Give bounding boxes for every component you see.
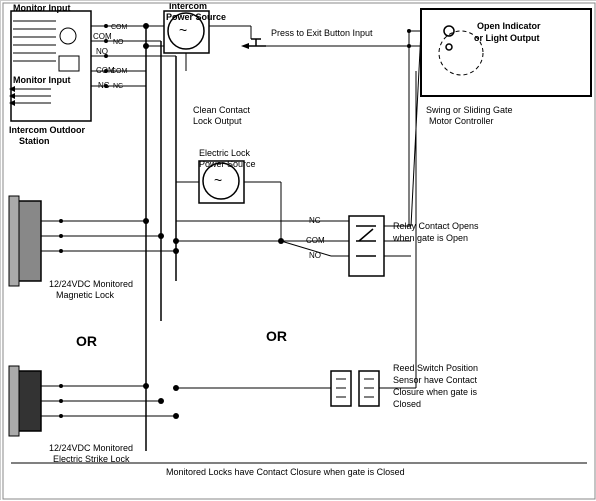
svg-text:Closed: Closed	[393, 399, 421, 409]
svg-text:NO: NO	[96, 47, 108, 56]
svg-text:Electric Lock: Electric Lock	[199, 148, 251, 158]
wiring-diagram: COM NO COM NC Monitor Input ~	[0, 0, 596, 500]
svg-text:12/24VDC Monitored: 12/24VDC Monitored	[49, 443, 133, 453]
svg-text:Intercom Outdoor: Intercom Outdoor	[9, 125, 85, 135]
svg-text:Electric Strike Lock: Electric Strike Lock	[53, 454, 130, 464]
svg-text:COM: COM	[93, 32, 112, 41]
svg-text:Power Source: Power Source	[199, 159, 256, 169]
svg-text:~: ~	[214, 172, 222, 188]
svg-text:12/24VDC Monitored: 12/24VDC Monitored	[49, 279, 133, 289]
svg-text:Clean Contact: Clean Contact	[193, 105, 251, 115]
svg-text:when gate is Open: when gate is Open	[392, 233, 468, 243]
svg-text:Sensor have Contact: Sensor have Contact	[393, 375, 478, 385]
svg-text:or Light Output: or Light Output	[474, 33, 539, 43]
svg-text:Monitor Input: Monitor Input	[13, 3, 70, 13]
svg-text:Power Source: Power Source	[166, 12, 226, 22]
svg-text:Motor Controller: Motor Controller	[429, 116, 494, 126]
svg-text:COM: COM	[111, 68, 128, 75]
svg-text:NO: NO	[113, 39, 124, 46]
svg-text:Monitor Input: Monitor Input	[13, 75, 70, 85]
svg-text:NC: NC	[113, 83, 123, 90]
svg-text:Lock Output: Lock Output	[193, 116, 242, 126]
svg-text:~: ~	[179, 22, 187, 38]
svg-text:OR: OR	[266, 328, 287, 344]
svg-text:Station: Station	[19, 136, 50, 146]
svg-text:Magnetic Lock: Magnetic Lock	[56, 290, 115, 300]
svg-text:OR: OR	[76, 333, 97, 349]
svg-text:Relay Contact Opens: Relay Contact Opens	[393, 221, 479, 231]
svg-text:Press to Exit Button Input: Press to Exit Button Input	[271, 28, 373, 38]
svg-text:Swing or Sliding Gate: Swing or Sliding Gate	[426, 105, 513, 115]
svg-text:COM: COM	[111, 24, 128, 31]
svg-text:Monitored Locks have Contact C: Monitored Locks have Contact Closure whe…	[166, 467, 405, 477]
svg-text:Reed Switch Position: Reed Switch Position	[393, 363, 478, 373]
svg-text:Closure when gate is: Closure when gate is	[393, 387, 478, 397]
svg-text:Open Indicator: Open Indicator	[477, 21, 541, 31]
